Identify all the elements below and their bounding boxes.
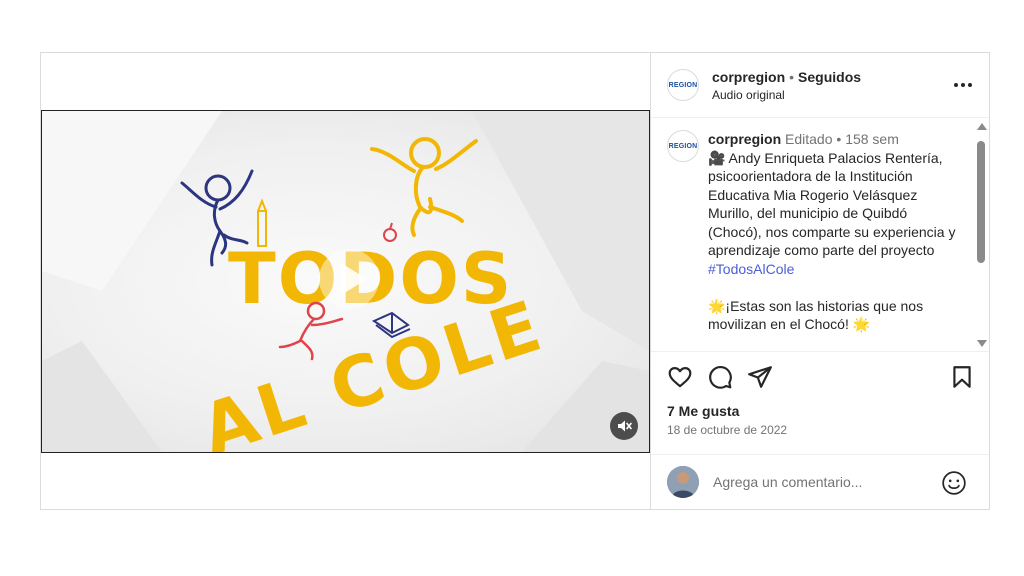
post-container: TODOS AL COLE [40, 52, 990, 510]
hashtag-link[interactable]: #TodosAlCole [708, 261, 794, 277]
scroll-down-arrow-icon[interactable] [977, 340, 987, 347]
more-horizontal-icon[interactable] [949, 73, 977, 97]
yellow-stick-figure [370, 137, 478, 237]
user-avatar [667, 466, 699, 498]
speaker-muted-icon[interactable] [610, 412, 638, 440]
audio-label[interactable]: Audio original [712, 88, 785, 102]
follow-status[interactable]: Seguidos [798, 69, 861, 85]
post-actions: 7 Me gusta 18 de octubre de 2022 [651, 351, 989, 454]
post-sidebar: REGION corpregion • Seguidos Audio origina… [651, 53, 989, 509]
likes-count[interactable]: 7 Me gusta [667, 403, 739, 419]
edited-label: Editado [785, 131, 833, 147]
emoji-icon[interactable] [941, 470, 967, 496]
comment-icon[interactable] [707, 364, 733, 390]
post-header: REGION corpregion • Seguidos Audio origina… [651, 53, 989, 118]
author-avatar[interactable]: REGION [667, 69, 699, 101]
heart-icon[interactable] [667, 364, 693, 390]
caption-text: corpregion Editado • 158 sem 🎥 Andy Enri… [708, 130, 958, 334]
caption-author-avatar[interactable]: REGION [667, 130, 699, 162]
author-username[interactable]: corpregion [712, 69, 785, 85]
comment-input[interactable] [713, 471, 933, 493]
avatar-logo-text: REGION [668, 81, 698, 89]
header-user-line: corpregion • Seguidos [712, 69, 861, 85]
caption-username[interactable]: corpregion [708, 131, 781, 147]
post-date[interactable]: 18 de octubre de 2022 [667, 423, 787, 437]
caption-body-2: 🌟¡Estas son las historias que nos movili… [708, 297, 924, 333]
caption-section: REGION corpregion Editado • 158 sem 🎥 An… [651, 118, 989, 350]
post-age[interactable]: 158 sem [845, 131, 899, 147]
avatar-logo-text: REGION [668, 142, 698, 150]
separator-dot: • [789, 69, 795, 85]
caption-scrollbar[interactable] [974, 121, 988, 349]
scroll-up-arrow-icon[interactable] [977, 123, 987, 130]
comment-bar [651, 454, 989, 510]
media-panel: TODOS AL COLE [41, 53, 651, 509]
share-icon[interactable] [747, 364, 773, 390]
bookmark-icon[interactable] [949, 364, 975, 390]
caption-body-1: 🎥 Andy Enriqueta Palacios Rentería, psic… [708, 149, 956, 259]
scrollbar-thumb[interactable] [977, 141, 985, 263]
play-icon[interactable] [317, 247, 381, 311]
separator-dot: • [836, 131, 842, 147]
video-player[interactable]: TODOS AL COLE [41, 110, 650, 453]
